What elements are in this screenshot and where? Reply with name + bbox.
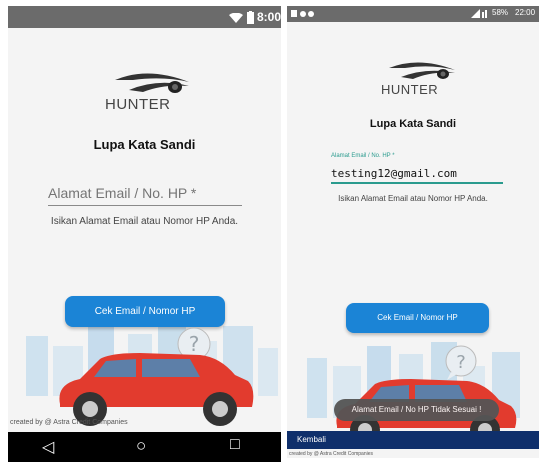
email-input-value[interactable]: testing12@gmail.com — [331, 167, 457, 180]
nav-back-button[interactable]: ◁ — [42, 437, 54, 457]
svg-text:?: ? — [456, 352, 466, 373]
page-title: Lupa Kata Sandi — [93, 137, 196, 152]
navigation-bar: ◁ ○ □ — [8, 432, 281, 462]
hunter-logo: HUNTER — [379, 58, 459, 98]
error-toast: Alamat Email / No HP Tidak Sesuai ! — [334, 399, 499, 421]
credit-text: created by @ Astra Credit Companies — [10, 419, 128, 426]
hunter-logo: HUNTER — [103, 68, 193, 114]
status-time: 22:00 — [515, 8, 536, 17]
check-email-button[interactable]: Cek Email / Nomor HP — [65, 296, 225, 327]
nav-home-button[interactable]: ○ — [136, 436, 146, 456]
signal-icon — [471, 9, 487, 18]
eye-logo-icon — [115, 73, 189, 93]
status-time: 8:00 — [257, 10, 281, 24]
email-field-label: Alamat Email / No. HP * — [331, 153, 395, 159]
nav-recent-button[interactable]: □ — [230, 436, 240, 454]
logo-brand-text: HUNTER — [381, 82, 439, 97]
page-title: Lupa Kata Sandi — [369, 118, 457, 130]
battery-icon — [247, 11, 254, 24]
email-input[interactable] — [48, 183, 242, 203]
email-field[interactable] — [48, 183, 242, 206]
helper-text: Isikan Alamat Email atau Nomor HP Anda. — [50, 216, 239, 227]
notification-icons — [291, 10, 314, 17]
red-car-illustration — [59, 353, 254, 426]
helper-text: Isikan Alamat Email atau Nomor HP Anda. — [338, 194, 488, 203]
status-battery: 58% — [492, 8, 509, 17]
bottom-bar: Kembali — [287, 431, 539, 449]
status-bar: 8:00 — [8, 6, 281, 28]
phone-screen-2: 58% 22:00 HUNTER Lupa Kata Sandi Alamat … — [287, 6, 539, 458]
wifi-icon — [229, 13, 243, 23]
status-bar: 58% 22:00 — [287, 6, 539, 22]
logo-brand-text: HUNTER — [105, 96, 171, 113]
back-button[interactable]: Kembali — [297, 435, 326, 444]
phone-screen-1: 8:00 HUNTER Lupa Kata Sandi Isikan Alama… — [8, 6, 281, 462]
email-field[interactable]: testing12@gmail.com — [331, 164, 503, 184]
check-email-button[interactable]: Cek Email / Nomor HP — [346, 303, 489, 333]
eye-logo-icon — [389, 62, 455, 79]
credit-text: created by @ Astra Credit Companies — [289, 451, 374, 457]
